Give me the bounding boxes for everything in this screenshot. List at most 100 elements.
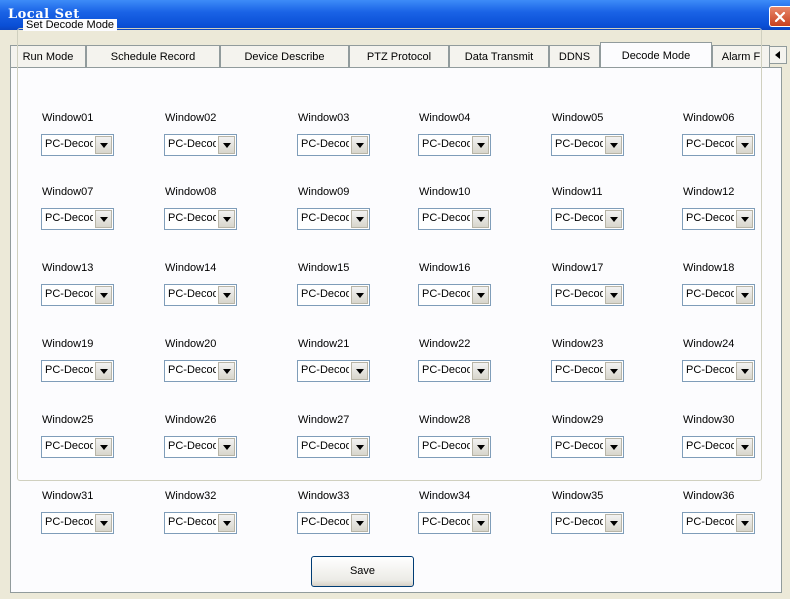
- dropdown-button[interactable]: [218, 438, 235, 456]
- dropdown-button[interactable]: [351, 438, 368, 456]
- dropdown-button[interactable]: [351, 286, 368, 304]
- decode-mode-select[interactable]: PC-Decode: [682, 512, 755, 534]
- dropdown-button[interactable]: [218, 514, 235, 532]
- dropdown-button[interactable]: [736, 362, 753, 380]
- dropdown-button[interactable]: [605, 136, 622, 154]
- decode-mode-select[interactable]: PC-Decode: [164, 512, 237, 534]
- decode-mode-select[interactable]: PC-Decode: [164, 284, 237, 306]
- close-button[interactable]: [769, 6, 790, 27]
- decode-mode-select[interactable]: PC-Decode: [551, 134, 624, 156]
- decode-mode-select[interactable]: PC-Decode: [164, 134, 237, 156]
- decode-mode-select[interactable]: PC-Decode: [297, 512, 370, 534]
- dropdown-button[interactable]: [472, 136, 489, 154]
- dropdown-button[interactable]: [472, 286, 489, 304]
- chevron-down-icon: [356, 293, 364, 298]
- decode-mode-select[interactable]: PC-Decode: [551, 360, 624, 382]
- decode-mode-value: PC-Decode: [555, 516, 603, 528]
- decode-mode-select[interactable]: PC-Decode: [297, 360, 370, 382]
- dropdown-button[interactable]: [218, 210, 235, 228]
- decode-mode-select[interactable]: PC-Decode: [41, 208, 114, 230]
- dropdown-button[interactable]: [95, 438, 112, 456]
- decode-mode-select[interactable]: PC-Decode: [41, 436, 114, 458]
- decode-mode-select[interactable]: PC-Decode: [418, 134, 491, 156]
- tab-scroll-right-button[interactable]: [769, 46, 787, 64]
- decode-mode-select[interactable]: PC-Decode: [418, 208, 491, 230]
- decode-mode-select[interactable]: PC-Decode: [297, 208, 370, 230]
- decode-mode-select[interactable]: PC-Decode: [164, 208, 237, 230]
- chevron-down-icon: [477, 217, 485, 222]
- chevron-down-icon: [477, 293, 485, 298]
- save-button[interactable]: Save: [311, 556, 414, 587]
- dropdown-button[interactable]: [95, 286, 112, 304]
- decode-mode-select[interactable]: PC-Decode: [418, 512, 491, 534]
- dropdown-button[interactable]: [605, 210, 622, 228]
- window-label: Window08: [165, 186, 217, 198]
- dropdown-button[interactable]: [351, 362, 368, 380]
- decode-mode-select[interactable]: PC-Decode: [551, 512, 624, 534]
- decode-mode-select[interactable]: PC-Decode: [682, 284, 755, 306]
- chevron-down-icon: [610, 217, 618, 222]
- arrow-left-icon: [775, 51, 780, 59]
- decode-mode-select[interactable]: PC-Decode: [418, 436, 491, 458]
- dropdown-button[interactable]: [472, 210, 489, 228]
- decode-mode-select[interactable]: PC-Decode: [41, 512, 114, 534]
- dropdown-button[interactable]: [736, 286, 753, 304]
- decode-mode-select[interactable]: PC-Decode: [418, 360, 491, 382]
- dropdown-button[interactable]: [472, 438, 489, 456]
- decode-mode-value: PC-Decode: [168, 288, 216, 300]
- dropdown-button[interactable]: [736, 210, 753, 228]
- decode-mode-select[interactable]: PC-Decode: [297, 134, 370, 156]
- dropdown-button[interactable]: [605, 286, 622, 304]
- dropdown-button[interactable]: [736, 438, 753, 456]
- dropdown-button[interactable]: [351, 136, 368, 154]
- dropdown-button[interactable]: [95, 514, 112, 532]
- dropdown-button[interactable]: [472, 514, 489, 532]
- decode-mode-select[interactable]: PC-Decode: [297, 436, 370, 458]
- dropdown-button[interactable]: [605, 438, 622, 456]
- decode-mode-value: PC-Decode: [555, 288, 603, 300]
- decode-mode-select[interactable]: PC-Decode: [682, 436, 755, 458]
- decode-mode-value: PC-Decode: [45, 288, 93, 300]
- chevron-down-icon: [610, 369, 618, 374]
- decode-mode-select[interactable]: PC-Decode: [164, 436, 237, 458]
- dropdown-button[interactable]: [351, 210, 368, 228]
- decode-mode-value: PC-Decode: [555, 138, 603, 150]
- chevron-down-icon: [100, 217, 108, 222]
- chevron-down-icon: [741, 217, 749, 222]
- decode-mode-select[interactable]: PC-Decode: [41, 134, 114, 156]
- dropdown-button[interactable]: [218, 136, 235, 154]
- decode-mode-select[interactable]: PC-Decode: [682, 360, 755, 382]
- decode-mode-select[interactable]: PC-Decode: [682, 134, 755, 156]
- chevron-down-icon: [356, 143, 364, 148]
- decode-mode-select[interactable]: PC-Decode: [551, 284, 624, 306]
- dropdown-button[interactable]: [218, 286, 235, 304]
- decode-mode-value: PC-Decode: [686, 364, 734, 376]
- chevron-down-icon: [741, 521, 749, 526]
- decode-mode-select[interactable]: PC-Decode: [41, 284, 114, 306]
- dropdown-button[interactable]: [736, 136, 753, 154]
- dropdown-button[interactable]: [351, 514, 368, 532]
- dropdown-button[interactable]: [472, 362, 489, 380]
- decode-mode-select[interactable]: PC-Decode: [41, 360, 114, 382]
- decode-mode-select[interactable]: PC-Decode: [164, 360, 237, 382]
- decode-mode-value: PC-Decode: [686, 288, 734, 300]
- decode-mode-value: PC-Decode: [422, 288, 470, 300]
- dropdown-button[interactable]: [95, 136, 112, 154]
- decode-mode-select[interactable]: PC-Decode: [551, 208, 624, 230]
- decode-mode-value: PC-Decode: [45, 212, 93, 224]
- window-label: Window24: [683, 338, 735, 350]
- decode-mode-select[interactable]: PC-Decode: [297, 284, 370, 306]
- dropdown-button[interactable]: [218, 362, 235, 380]
- window-label: Window12: [683, 186, 735, 198]
- window-label: Window05: [552, 112, 604, 124]
- dropdown-button[interactable]: [95, 362, 112, 380]
- decode-mode-select[interactable]: PC-Decode: [682, 208, 755, 230]
- dropdown-button[interactable]: [605, 362, 622, 380]
- decode-mode-value: PC-Decode: [301, 440, 349, 452]
- decode-mode-select[interactable]: PC-Decode: [551, 436, 624, 458]
- decode-mode-select[interactable]: PC-Decode: [418, 284, 491, 306]
- dropdown-button[interactable]: [605, 514, 622, 532]
- dropdown-button[interactable]: [95, 210, 112, 228]
- chevron-down-icon: [610, 445, 618, 450]
- dropdown-button[interactable]: [736, 514, 753, 532]
